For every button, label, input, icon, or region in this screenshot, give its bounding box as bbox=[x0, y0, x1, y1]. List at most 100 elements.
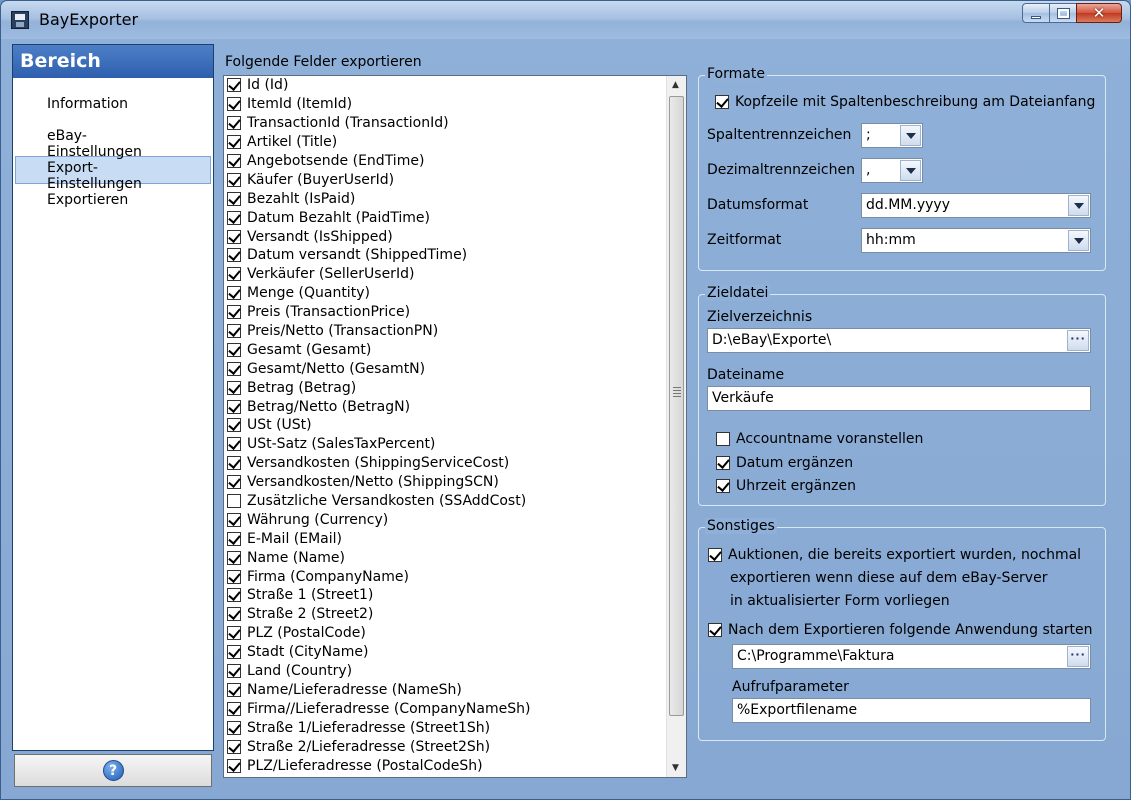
sidebar-item-0[interactable]: Information bbox=[15, 92, 211, 120]
header-row-checkbox[interactable]: Kopfzeile mit Spaltenbeschreibung am Dat… bbox=[715, 94, 1095, 110]
close-button[interactable]: ✕ bbox=[1076, 3, 1122, 23]
list-item[interactable]: Straße 1 (Street1) bbox=[224, 586, 686, 605]
list-item[interactable]: Straße 2/Lieferadresse (Street2Sh) bbox=[224, 737, 686, 756]
field-check-icon[interactable] bbox=[227, 172, 241, 187]
field-check-icon[interactable] bbox=[227, 248, 241, 263]
field-check-icon[interactable] bbox=[227, 97, 241, 112]
minimize-button[interactable] bbox=[1022, 3, 1050, 23]
chevron-down-icon[interactable] bbox=[900, 160, 921, 181]
target-dir-input[interactable]: D:\eBay\Exporte\ ··· bbox=[707, 328, 1091, 353]
field-check-icon[interactable] bbox=[227, 569, 241, 584]
field-check-icon[interactable] bbox=[227, 418, 241, 433]
chevron-down-icon[interactable] bbox=[1068, 195, 1089, 216]
list-item[interactable]: USt-Satz (SalesTaxPercent) bbox=[224, 435, 686, 454]
field-list-scrollbar[interactable]: ▲ ▼ bbox=[666, 76, 686, 777]
column-sep-select[interactable]: ; bbox=[861, 123, 923, 148]
list-item[interactable]: Versandkosten/Netto (ShippingSCN) bbox=[224, 473, 686, 492]
browse-app-button[interactable]: ··· bbox=[1067, 646, 1089, 667]
list-item[interactable]: TransactionId (TransactionId) bbox=[224, 114, 686, 133]
list-item[interactable]: Verkäufer (SellerUserId) bbox=[224, 265, 686, 284]
chevron-down-icon[interactable] bbox=[1068, 230, 1089, 251]
list-item[interactable]: PLZ/Lieferadresse (PostalCodeSh) bbox=[224, 756, 686, 775]
list-item[interactable]: Währung (Currency) bbox=[224, 510, 686, 529]
list-item[interactable]: Straße 1/Lieferadresse (Street1Sh) bbox=[224, 718, 686, 737]
sidebar-item-2[interactable]: Export-Einstellungen bbox=[15, 156, 211, 192]
date-append-checkbox[interactable]: Datum ergänzen bbox=[716, 455, 853, 471]
field-check-icon[interactable] bbox=[227, 305, 241, 320]
list-item[interactable]: Versandkosten (ShippingServiceCost) bbox=[224, 454, 686, 473]
list-item[interactable]: PLZ (PostalCode) bbox=[224, 624, 686, 643]
start-app-checkbox[interactable]: Nach dem Exportieren folgende Anwendung … bbox=[708, 622, 1093, 638]
field-check-icon[interactable] bbox=[227, 135, 241, 150]
list-item[interactable]: Firma (CompanyName) bbox=[224, 567, 686, 586]
scroll-up-icon[interactable]: ▲ bbox=[672, 80, 679, 90]
field-check-icon[interactable] bbox=[227, 210, 241, 225]
list-item[interactable]: Name (Name) bbox=[224, 548, 686, 567]
list-item[interactable]: Käufer (BuyerUserId) bbox=[224, 170, 686, 189]
date-format-select[interactable]: dd.MM.yyyy bbox=[861, 193, 1091, 218]
list-item[interactable]: Bezahlt (IsPaid) bbox=[224, 189, 686, 208]
sidebar-item-1[interactable]: eBay-Einstellungen bbox=[15, 124, 211, 160]
list-item[interactable]: Versandt (IsShipped) bbox=[224, 227, 686, 246]
field-check-icon[interactable] bbox=[227, 682, 241, 697]
list-item[interactable]: Id (Id) bbox=[224, 76, 686, 95]
list-item[interactable]: Menge (Quantity) bbox=[224, 284, 686, 303]
field-check-icon[interactable] bbox=[227, 191, 241, 206]
field-check-icon[interactable] bbox=[227, 267, 241, 282]
field-check-icon[interactable] bbox=[227, 456, 241, 471]
accountname-checkbox[interactable]: Accountname voranstellen bbox=[716, 431, 923, 447]
field-check-icon[interactable] bbox=[227, 380, 241, 395]
time-append-checkbox[interactable]: Uhrzeit ergänzen bbox=[716, 478, 856, 494]
list-item[interactable]: Stadt (CityName) bbox=[224, 643, 686, 662]
field-check-icon[interactable] bbox=[227, 475, 241, 490]
browse-dir-button[interactable]: ··· bbox=[1067, 330, 1089, 351]
field-check-icon[interactable] bbox=[227, 324, 241, 339]
title-bar[interactable]: BayExporter ✕ bbox=[1, 1, 1130, 39]
list-item[interactable]: Angebotsende (EndTime) bbox=[224, 152, 686, 171]
list-item[interactable]: Straße 2 (Street2) bbox=[224, 605, 686, 624]
field-check-icon[interactable] bbox=[227, 154, 241, 168]
list-item[interactable]: Name/Lieferadresse (NameSh) bbox=[224, 681, 686, 700]
list-item[interactable]: E-Mail (EMail) bbox=[224, 529, 686, 548]
field-check-icon[interactable] bbox=[227, 588, 241, 603]
maximize-button[interactable] bbox=[1049, 3, 1077, 23]
scroll-down-icon[interactable]: ▼ bbox=[672, 763, 679, 773]
field-check-icon[interactable] bbox=[227, 720, 241, 735]
field-check-icon[interactable] bbox=[227, 607, 241, 622]
list-item[interactable]: Firma//Lieferadresse (CompanyNameSh) bbox=[224, 699, 686, 718]
list-item[interactable]: Gesamt (Gesamt) bbox=[224, 340, 686, 359]
field-check-icon[interactable] bbox=[227, 512, 241, 527]
field-check-icon[interactable] bbox=[227, 758, 241, 773]
field-check-icon[interactable] bbox=[227, 286, 241, 301]
field-check-icon[interactable] bbox=[227, 361, 241, 376]
list-item[interactable]: Land (Country) bbox=[224, 662, 686, 681]
app-path-input[interactable]: C:\Programme\Faktura ··· bbox=[732, 644, 1091, 669]
list-item[interactable]: Preis/Netto (TransactionPN) bbox=[224, 322, 686, 341]
field-check-icon[interactable] bbox=[227, 78, 241, 93]
field-check-icon[interactable] bbox=[227, 626, 241, 641]
field-check-icon[interactable] bbox=[227, 531, 241, 546]
field-check-icon[interactable] bbox=[227, 437, 241, 452]
list-item[interactable]: Betrag (Betrag) bbox=[224, 378, 686, 397]
decimal-sep-select[interactable]: , bbox=[861, 158, 923, 183]
filename-input[interactable]: Verkäufe bbox=[707, 386, 1091, 411]
field-check-icon[interactable] bbox=[227, 701, 241, 716]
scrollbar-thumb[interactable] bbox=[669, 96, 684, 716]
help-button[interactable]: ? bbox=[14, 754, 212, 787]
list-item[interactable]: ItemId (ItemId) bbox=[224, 95, 686, 114]
field-check-icon[interactable] bbox=[227, 342, 241, 357]
field-check-icon[interactable] bbox=[227, 494, 241, 509]
field-check-icon[interactable] bbox=[227, 664, 241, 679]
list-item[interactable]: Artikel (Title) bbox=[224, 133, 686, 152]
list-item[interactable]: Datum versandt (ShippedTime) bbox=[224, 246, 686, 265]
chevron-down-icon[interactable] bbox=[900, 125, 921, 146]
list-item[interactable]: Zusätzliche Versandkosten (SSAddCost) bbox=[224, 492, 686, 511]
field-check-icon[interactable] bbox=[227, 550, 241, 565]
list-item[interactable]: USt (USt) bbox=[224, 416, 686, 435]
field-check-icon[interactable] bbox=[227, 229, 241, 244]
list-item[interactable]: Gesamt/Netto (GesamtN) bbox=[224, 359, 686, 378]
field-check-icon[interactable] bbox=[227, 116, 241, 131]
field-check-icon[interactable] bbox=[227, 645, 241, 660]
field-check-icon[interactable] bbox=[227, 399, 241, 414]
field-check-icon[interactable] bbox=[227, 739, 241, 754]
